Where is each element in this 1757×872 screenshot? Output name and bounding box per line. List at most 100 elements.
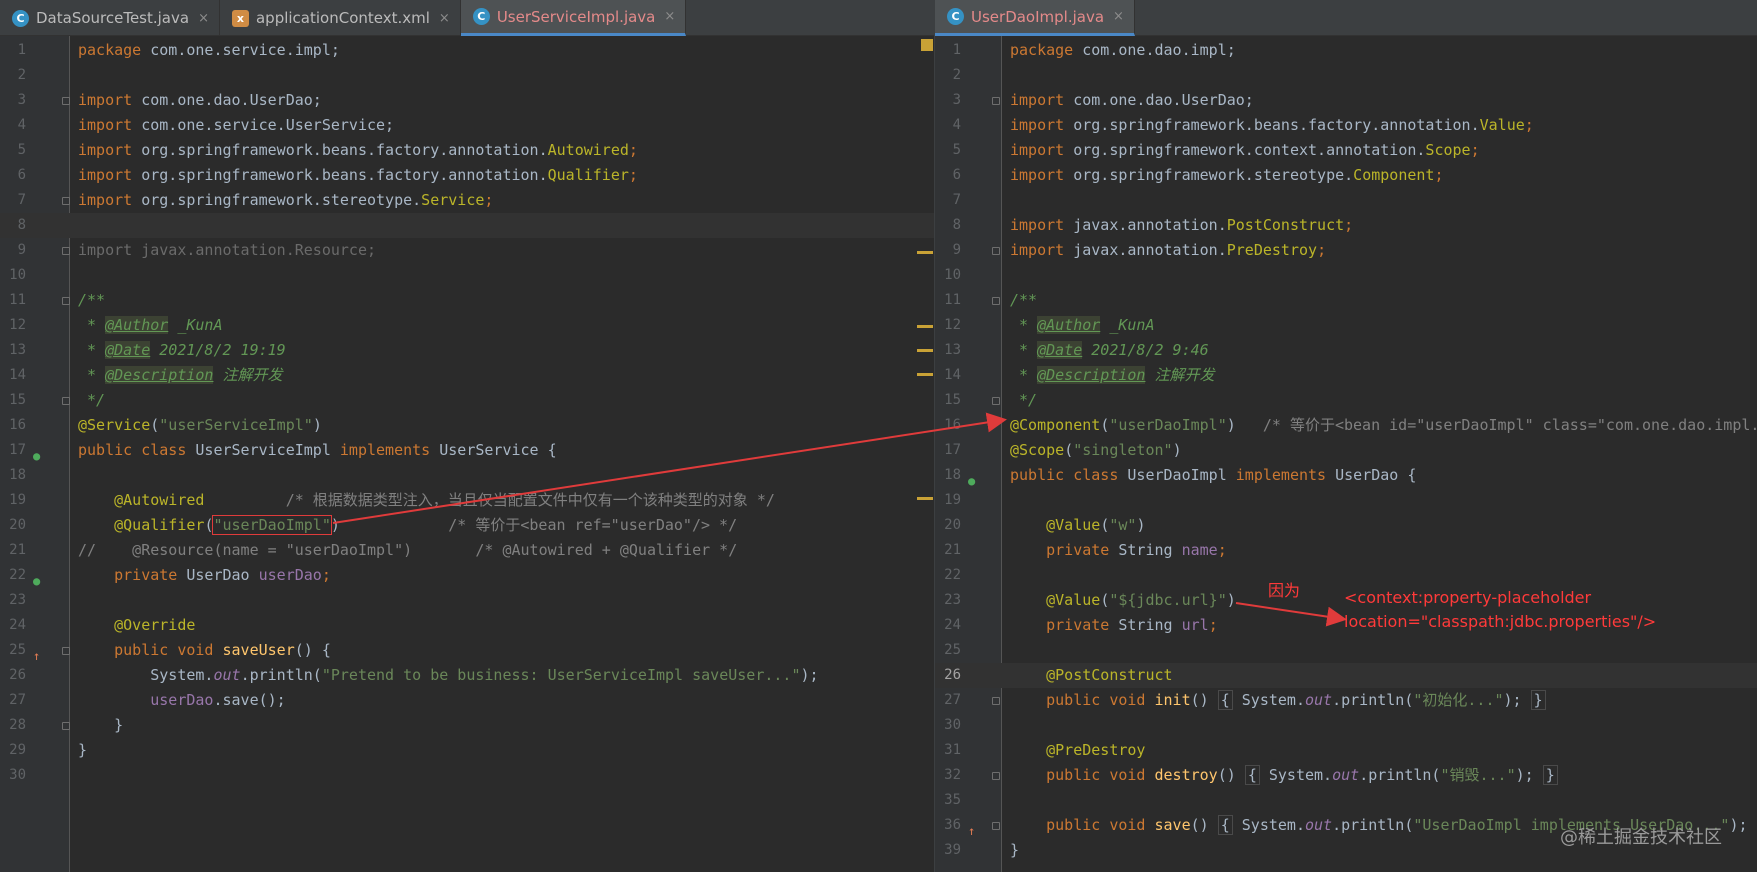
- code-line: 3 import com.one.dao.UserDao;: [935, 88, 1757, 113]
- line-number: 29: [9, 742, 26, 758]
- code-line: 5 import org.springframework.context.anno…: [935, 138, 1757, 163]
- right-tab-bar: C UserDaoImpl.java ×: [935, 0, 1757, 36]
- line-number: 6: [952, 167, 961, 183]
- line-number: 14: [9, 367, 26, 383]
- fold-icon[interactable]: [992, 697, 1000, 705]
- line-number: 26: [9, 667, 26, 683]
- tab-label: UserDaoImpl.java: [971, 7, 1105, 26]
- line-number: 12: [9, 317, 26, 333]
- line-number: 35: [944, 792, 961, 808]
- code-line: 18 ● public class UserDaoImpl implements U…: [935, 463, 1757, 488]
- line-number: 3: [17, 92, 26, 108]
- code-line: 25: [935, 638, 1757, 663]
- code-line: 7: [935, 188, 1757, 213]
- fold-icon[interactable]: [62, 97, 70, 105]
- code-line: 13 * @Date 2021/8/2 9:46: [935, 338, 1757, 363]
- code-line: 21// @Resource(name = "userDaoImpl") /* …: [0, 538, 934, 563]
- code-line: 8 import javax.annotation.PostConstruct;: [935, 213, 1757, 238]
- line-number: 20: [9, 517, 26, 533]
- line-number: 36: [944, 817, 961, 833]
- code-line: 29}: [0, 738, 934, 763]
- line-number: 17: [9, 442, 26, 458]
- close-icon[interactable]: ×: [1113, 9, 1124, 24]
- java-class-icon: C: [947, 8, 964, 25]
- line-number: 24: [944, 617, 961, 633]
- code-line: 2: [935, 63, 1757, 88]
- tab-label: DataSourceTest.java: [36, 9, 190, 27]
- line-number: 19: [944, 492, 961, 508]
- code-line: 25 ↑ public void saveUser() {: [0, 638, 934, 663]
- line-number: 18: [9, 467, 26, 483]
- code-line: 7 import org.springframework.stereotype.S…: [0, 188, 934, 213]
- java-class-icon: C: [12, 9, 29, 27]
- line-number: 13: [9, 342, 26, 358]
- line-number: 22: [944, 567, 961, 583]
- fold-icon[interactable]: [62, 397, 70, 405]
- code-line: 15 */: [935, 388, 1757, 413]
- code-line: 28 }: [0, 713, 934, 738]
- fold-icon[interactable]: [992, 297, 1000, 305]
- tab-userserviceimpl[interactable]: C UserServiceImpl.java ×: [460, 0, 687, 36]
- fold-icon[interactable]: [992, 822, 1000, 830]
- left-tab-bar: C DataSourceTest.java × x applicationCon…: [0, 0, 934, 36]
- code-line: 21 private String name;: [935, 538, 1757, 563]
- line-number: 39: [944, 842, 961, 858]
- code-line: 10: [0, 263, 934, 288]
- line-number: 23: [9, 592, 26, 608]
- fold-icon[interactable]: [62, 722, 70, 730]
- qualifier-value-highlight: "userDaoImpl": [212, 515, 332, 535]
- code-line: 4 import org.springframework.beans.factor…: [935, 113, 1757, 138]
- code-line: 15 */: [0, 388, 934, 413]
- close-icon[interactable]: ×: [198, 11, 209, 26]
- code-line: 9 import javax.annotation.PreDestroy;: [935, 238, 1757, 263]
- line-number: 30: [9, 767, 26, 783]
- tab-userdaoimpl[interactable]: C UserDaoImpl.java ×: [935, 0, 1135, 36]
- fold-icon[interactable]: [62, 197, 70, 205]
- line-number: 13: [944, 342, 961, 358]
- fold-icon[interactable]: [992, 247, 1000, 255]
- left-code-lines[interactable]: 1 package com.one.service.impl; 2 3 import…: [0, 38, 934, 788]
- fold-icon[interactable]: [992, 97, 1000, 105]
- right-editor-pane: C UserDaoImpl.java × 1 package com.one.da…: [934, 0, 1757, 872]
- code-line: 6 import org.springframework.beans.factor…: [0, 163, 934, 188]
- tab-datasourcetest[interactable]: C DataSourceTest.java ×: [0, 0, 220, 36]
- line-number: 30: [944, 717, 961, 733]
- code-line: 12 * @Author _KunA: [935, 313, 1757, 338]
- code-line: 1 package com.one.service.impl;: [0, 38, 934, 63]
- code-line: 26 System.out.println("Pretend to be bus…: [0, 663, 934, 688]
- close-icon[interactable]: ×: [664, 9, 675, 24]
- line-number: 7: [17, 192, 26, 208]
- line-number: 31: [944, 742, 961, 758]
- line-number: 23: [944, 592, 961, 608]
- fold-icon[interactable]: [62, 647, 70, 655]
- annotation-because: 因为: [1268, 581, 1301, 600]
- line-number: 10: [944, 267, 961, 283]
- code-line: 24 @Override: [0, 613, 934, 638]
- annotation-placeholder-line1: <context:property-placeholder: [1344, 588, 1592, 607]
- code-line: 9 import javax.annotation.Resource;: [0, 238, 934, 263]
- code-line: 6 import org.springframework.stereotype.C…: [935, 163, 1757, 188]
- code-line: 16 @Component("userDaoImpl") /* 等价于<bean …: [935, 413, 1757, 438]
- line-number: 2: [17, 67, 26, 83]
- close-icon[interactable]: ×: [439, 11, 450, 26]
- line-number: 15: [944, 392, 961, 408]
- watermark: @稀土掘金技术社区: [1560, 827, 1722, 848]
- code-line: 3 import com.one.dao.UserDao;: [0, 88, 934, 113]
- tab-label: applicationContext.xml: [255, 9, 430, 27]
- line-number: 22: [9, 567, 26, 583]
- left-editor-pane: C DataSourceTest.java × x applicationCon…: [0, 0, 934, 872]
- fold-icon[interactable]: [62, 297, 70, 305]
- line-number: 12: [944, 317, 961, 333]
- tab-applicationcontext[interactable]: x applicationContext.xml ×: [220, 0, 461, 36]
- right-code-lines[interactable]: 1 package com.one.dao.impl; 2 3 import com…: [935, 38, 1757, 863]
- fold-icon[interactable]: [992, 772, 1000, 780]
- annotation-placeholder-line2: location="classpath:jdbc.properties"/>: [1344, 612, 1657, 631]
- code-line: 17 ● public class UserServiceImpl implemen…: [0, 438, 934, 463]
- line-number: 20: [944, 517, 961, 533]
- line-number: 14: [944, 367, 961, 383]
- fold-icon[interactable]: [992, 397, 1000, 405]
- code-line: 30: [935, 713, 1757, 738]
- line-number: 21: [9, 542, 26, 558]
- code-line: 14 * @Description 注解开发: [935, 363, 1757, 388]
- fold-icon[interactable]: [62, 247, 70, 255]
